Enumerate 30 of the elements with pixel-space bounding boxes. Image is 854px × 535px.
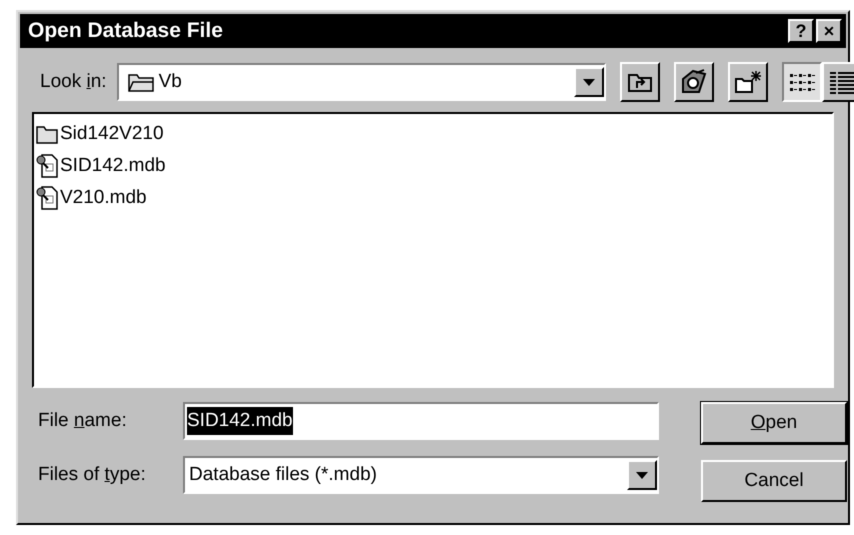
database-file-icon	[36, 154, 58, 178]
file-type-dropdown[interactable]: Database files (*.mdb)	[183, 456, 659, 494]
details-view-icon	[829, 70, 854, 94]
look-in-value: Vb	[158, 70, 182, 94]
open-button[interactable]: Open	[701, 402, 847, 444]
dropdown-button[interactable]	[574, 67, 604, 97]
caret-icon	[636, 472, 648, 478]
caret-icon	[583, 78, 595, 86]
file-type-label: Files of type:	[38, 464, 146, 485]
up-folder-icon	[627, 71, 653, 93]
help-button[interactable]: ?	[788, 19, 814, 43]
file-item[interactable]: SID142.mdb	[36, 150, 170, 182]
toolbar-button[interactable]	[620, 62, 660, 102]
list-view-icon	[789, 71, 815, 93]
file-name-field[interactable]: SID142.mdb	[183, 402, 659, 440]
toolbar-button[interactable]	[728, 62, 768, 102]
folder-icon	[36, 124, 58, 144]
look-in-label: Look in:	[40, 70, 107, 94]
dropdown-button[interactable]	[627, 460, 657, 490]
file-name-label: File name:	[38, 410, 127, 431]
new-folder-icon	[734, 70, 762, 94]
cancel-button[interactable]: Cancel	[701, 460, 847, 502]
look-in-dropdown[interactable]: Vb	[116, 63, 606, 101]
toolbar-button[interactable]	[674, 62, 714, 102]
window-title: Open Database File	[28, 18, 223, 44]
close-button[interactable]: ×	[816, 19, 842, 43]
database-file-icon	[36, 186, 58, 210]
view-toggle[interactable]	[782, 62, 822, 102]
file-item[interactable]: Sid142V210	[36, 118, 168, 150]
file-item[interactable]: V210.mdb	[36, 182, 151, 214]
